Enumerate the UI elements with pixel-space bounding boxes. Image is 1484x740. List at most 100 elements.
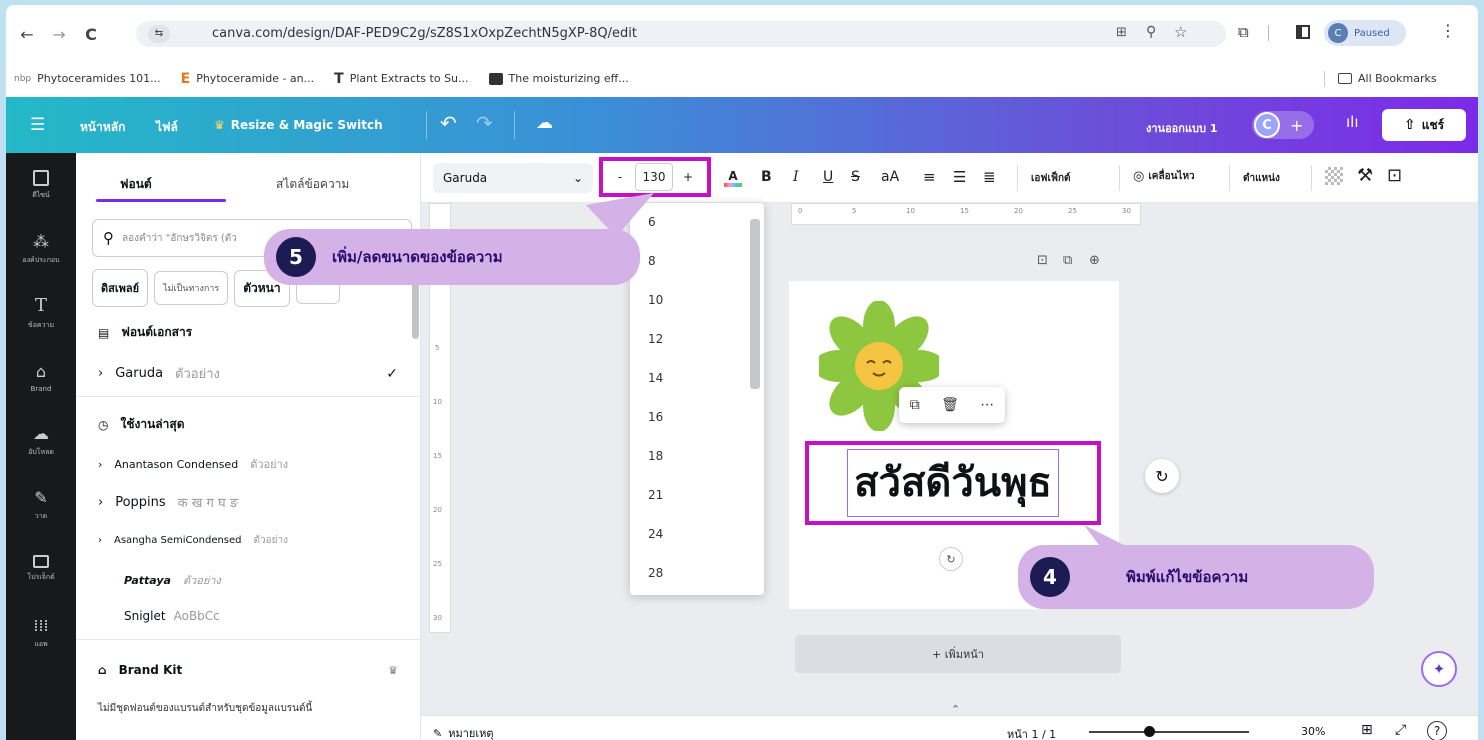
zoom-slider-thumb[interactable] bbox=[1144, 726, 1155, 737]
list-icon[interactable]: ☰ bbox=[953, 168, 966, 186]
animate-label: เคลื่อนไหว bbox=[1148, 171, 1195, 182]
font-family-dropdown[interactable]: Garuda ⌄ bbox=[433, 163, 593, 193]
align-center-icon[interactable]: ≡ bbox=[923, 168, 936, 186]
zoom-slider-track[interactable] bbox=[1089, 731, 1249, 733]
site-info-icon[interactable]: ⇆ bbox=[148, 25, 170, 43]
font-size-input[interactable]: 130 bbox=[635, 163, 673, 191]
size-option[interactable]: 10 bbox=[630, 281, 764, 320]
cloud-sync-icon[interactable]: ☁ bbox=[536, 113, 553, 133]
divider bbox=[1268, 25, 1269, 41]
share-button[interactable]: ⇧ แชร์ bbox=[1382, 109, 1466, 141]
font-item[interactable]: › Anantason Condensed ตัวอย่าง bbox=[98, 455, 288, 473]
rotate-icon[interactable]: ↻ bbox=[939, 547, 963, 571]
size-option[interactable]: 28 bbox=[630, 554, 764, 593]
bookmark-0[interactable]: nbp Phytoceramides 101... bbox=[14, 70, 161, 88]
duplicate-page-icon[interactable]: ⧉ bbox=[1063, 253, 1072, 268]
add-page-icon[interactable]: ⊕ bbox=[1089, 253, 1100, 268]
zoom-icon[interactable]: ⚲ bbox=[1146, 24, 1156, 40]
collaborators[interactable]: C + bbox=[1252, 111, 1314, 139]
strikethrough-icon[interactable]: S bbox=[851, 169, 860, 185]
dropdown-scrollbar[interactable] bbox=[750, 219, 760, 389]
spacing-icon[interactable]: ≣ bbox=[983, 168, 996, 186]
url-text[interactable]: canva.com/design/DAF-PED9C2g/sZ8S1xOxpZe… bbox=[212, 21, 637, 47]
design-title[interactable]: งานออกแบบ 1 bbox=[1146, 119, 1217, 137]
translate-icon[interactable]: ⊞ bbox=[1116, 25, 1127, 40]
tab-text-styles[interactable]: สไตล์ข้อความ bbox=[276, 175, 349, 194]
help-icon[interactable]: ? bbox=[1427, 721, 1447, 740]
duplicate-icon[interactable]: ⧉ bbox=[910, 397, 920, 413]
magic-assistant-icon[interactable]: ✦ bbox=[1421, 651, 1457, 687]
bookmark-2[interactable]: T Plant Extracts to Su... bbox=[334, 70, 468, 88]
reload-icon[interactable]: C bbox=[78, 21, 104, 47]
undo-icon[interactable]: ↶ bbox=[440, 111, 457, 135]
font-item[interactable]: › Poppins क ख ग घ ङ bbox=[98, 493, 238, 512]
underline-icon[interactable]: U bbox=[823, 169, 833, 185]
size-option[interactable]: 24 bbox=[630, 515, 764, 554]
paint-roller-icon[interactable]: ⚒ bbox=[1357, 165, 1373, 186]
insights-icon[interactable]: ılı bbox=[1346, 113, 1359, 131]
text-color-icon: A bbox=[728, 169, 738, 183]
extensions-icon[interactable]: ⧉ bbox=[1238, 23, 1249, 41]
effects-button[interactable]: เอฟเฟ็กต์ bbox=[1031, 171, 1071, 186]
refresh-icon[interactable]: ↻ bbox=[1145, 459, 1179, 493]
size-option[interactable]: 16 bbox=[630, 398, 764, 437]
page-indicator[interactable]: หน้า 1 / 1 bbox=[1007, 725, 1056, 740]
font-size-dropdown: 6 8 10 12 14 16 18 21 24 28 bbox=[630, 203, 764, 595]
notes-button[interactable]: ✎ หมายเหตุ bbox=[433, 724, 494, 740]
lock-page-icon[interactable]: ⊡ bbox=[1037, 253, 1048, 268]
side-panel-icon[interactable] bbox=[1296, 25, 1310, 39]
rail-item-draw[interactable]: ✎ วาด bbox=[6, 473, 76, 537]
increase-size-button[interactable]: + bbox=[673, 163, 703, 191]
tab-fonts[interactable]: ฟอนต์ bbox=[120, 175, 152, 194]
rail-item-design[interactable]: ดีไซน์ bbox=[6, 153, 76, 217]
font-item-garuda[interactable]: › Garuda ตัวอย่าง ✓ bbox=[98, 363, 398, 384]
rail-item-text[interactable]: T ข้อความ bbox=[6, 281, 76, 345]
rail-item-projects[interactable]: โปรเจ็กต์ bbox=[6, 537, 76, 601]
forward-icon[interactable]: → bbox=[46, 21, 72, 47]
letter-case-button[interactable]: aA bbox=[881, 169, 899, 185]
brand-kit-row[interactable]: ⌂ Brand Kit ♛ bbox=[98, 663, 398, 677]
fullscreen-icon[interactable]: ⤢ bbox=[1395, 722, 1406, 738]
font-item[interactable]: › Asangha SemiCondensed ตัวอย่าง bbox=[98, 533, 288, 548]
lock-icon[interactable]: ⊡ bbox=[1387, 165, 1402, 186]
resize-button[interactable]: ♛ Resize & Magic Switch bbox=[214, 118, 383, 132]
bookmark-star-icon[interactable]: ☆ bbox=[1174, 23, 1187, 41]
zoom-level[interactable]: 30% bbox=[1301, 725, 1325, 738]
element-context-menu: ⧉ 🗑 ⋯ bbox=[899, 387, 1005, 423]
rail-item-apps[interactable]: ⁞⁞⁞ แอพ bbox=[6, 601, 76, 665]
decrease-size-button[interactable]: - bbox=[605, 163, 635, 191]
font-item[interactable]: Pattaya ตัวอย่าง bbox=[124, 571, 221, 589]
transparency-icon[interactable] bbox=[1325, 167, 1343, 185]
italic-icon[interactable]: I bbox=[793, 169, 799, 185]
back-icon[interactable]: ← bbox=[14, 21, 40, 47]
redo-icon[interactable]: ↷ bbox=[476, 111, 493, 135]
trash-icon[interactable]: 🗑 bbox=[941, 397, 959, 413]
text-color-button[interactable]: A bbox=[721, 165, 745, 191]
size-option[interactable]: 18 bbox=[630, 437, 764, 476]
size-option[interactable]: 21 bbox=[630, 476, 764, 515]
animate-button[interactable]: ◎ เคลื่อนไหว bbox=[1133, 169, 1195, 184]
profile-button[interactable]: C Paused bbox=[1324, 20, 1406, 46]
add-page-button[interactable]: + เพิ่มหน้า bbox=[795, 635, 1121, 673]
chip-display[interactable]: ดิสเพลย์ bbox=[92, 269, 149, 307]
font-item[interactable]: Sniglet AoBbCc bbox=[124, 609, 220, 623]
file-menu[interactable]: ไฟล์ bbox=[156, 118, 178, 137]
rail-item-uploads[interactable]: ☁ อัปโหลด bbox=[6, 409, 76, 473]
all-bookmarks[interactable]: All Bookmarks bbox=[1338, 69, 1437, 87]
rail-label: Brand bbox=[30, 384, 52, 393]
rail-item-elements[interactable]: ⁂ องค์ประกอบ bbox=[6, 217, 76, 281]
bold-icon[interactable]: B bbox=[761, 169, 772, 185]
chip-casual[interactable]: ไม่เป็นทางการ bbox=[154, 271, 229, 305]
hamburger-icon[interactable]: ☰ bbox=[30, 115, 45, 135]
more-icon[interactable]: ⋯ bbox=[980, 397, 994, 413]
home-menu[interactable]: หน้าหลัก bbox=[80, 118, 125, 137]
bookmark-1[interactable]: E Phytoceramide - an... bbox=[181, 70, 315, 88]
bookmark-3[interactable]: The moisturizing eff... bbox=[488, 70, 629, 88]
size-option[interactable]: 12 bbox=[630, 320, 764, 359]
menu-icon[interactable]: ⋮ bbox=[1440, 21, 1456, 40]
canvas-text[interactable]: สวัสดีวันพุธ bbox=[847, 449, 1059, 517]
grid-view-icon[interactable]: ⊞ bbox=[1361, 722, 1373, 738]
size-option[interactable]: 14 bbox=[630, 359, 764, 398]
rail-item-brand[interactable]: ⌂ Brand bbox=[6, 345, 76, 409]
position-button[interactable]: ตำแหน่ง bbox=[1243, 171, 1280, 186]
